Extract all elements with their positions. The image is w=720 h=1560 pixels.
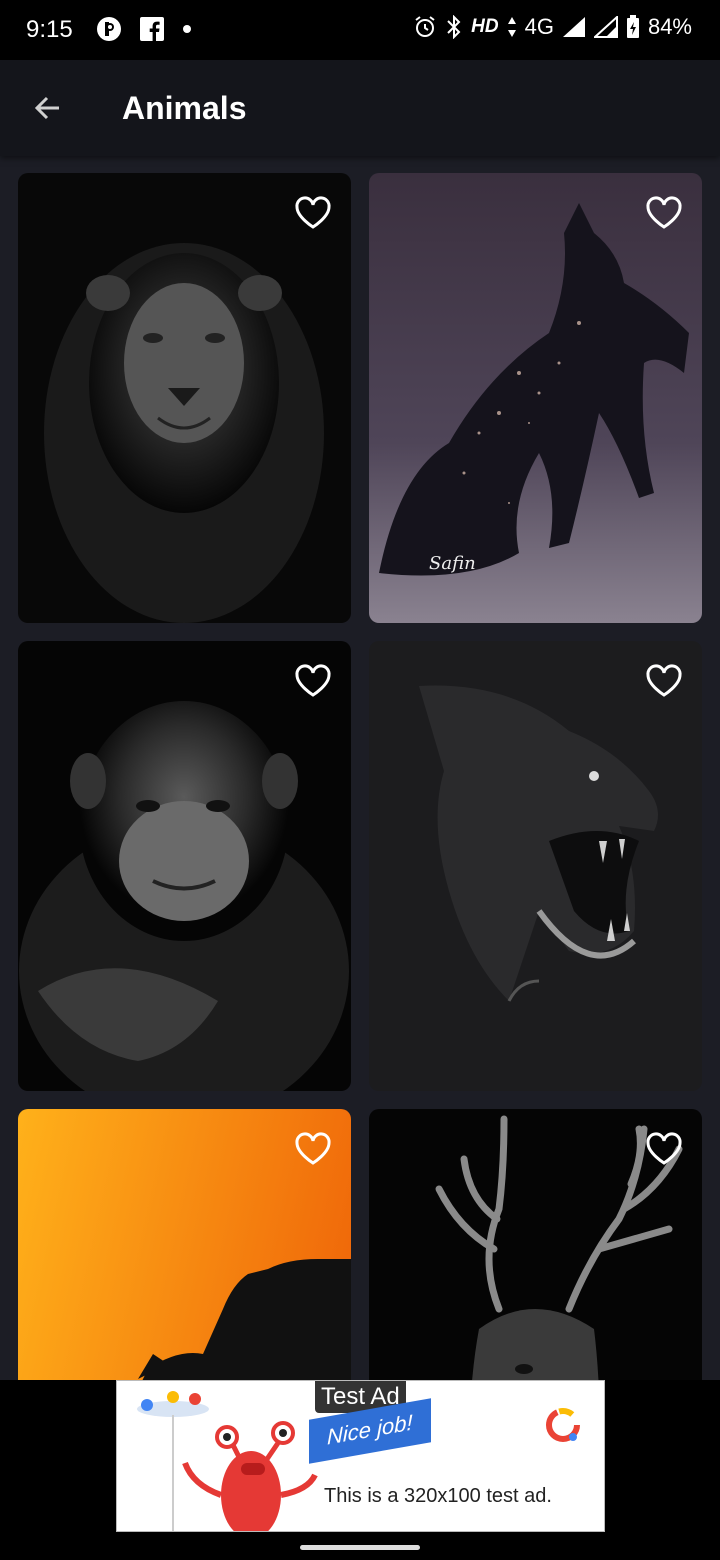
- app-notification-icon: [96, 16, 122, 42]
- cell-type-label: 4G: [524, 14, 554, 39]
- status-bar: 9:15 HD 4G 84%: [0, 0, 720, 60]
- favorite-heart-icon[interactable]: [293, 1129, 333, 1169]
- wallpaper-card-deer[interactable]: [369, 1109, 702, 1380]
- wallpaper-grid[interactable]: Safin: [0, 156, 720, 1380]
- wolf-image: Safin: [369, 173, 702, 623]
- chimpanzee-image: [18, 641, 351, 1091]
- favorite-heart-icon[interactable]: [293, 661, 333, 701]
- wallpaper-card-chimpanzee[interactable]: [18, 641, 351, 1091]
- ad-area: Test Ad Nice job! This is a 320x100 test…: [0, 1380, 720, 1560]
- back-arrow-icon: [34, 96, 59, 120]
- ad-description: This is a 320x100 test ad.: [324, 1485, 552, 1507]
- notification-dot-icon: [182, 24, 192, 34]
- battery-icon: [626, 15, 640, 39]
- wallpaper-card-lion[interactable]: [18, 173, 351, 623]
- home-indicator[interactable]: [300, 1545, 420, 1550]
- test-ad-banner[interactable]: Test Ad Nice job! This is a 320x100 test…: [116, 1380, 605, 1532]
- favorite-heart-icon[interactable]: [644, 1129, 684, 1169]
- back-button[interactable]: [24, 84, 72, 132]
- signal-2-icon: [593, 16, 618, 38]
- favorite-heart-icon[interactable]: [293, 193, 333, 233]
- status-time: 9:15: [26, 16, 73, 43]
- page-title: Animals: [122, 90, 247, 126]
- ad-logo-icon: [546, 1408, 580, 1442]
- artist-signature: Safin: [429, 553, 476, 574]
- battery-percent: 84%: [647, 14, 692, 39]
- facebook-icon: [140, 17, 164, 41]
- network-hd-label: HD: [471, 16, 499, 37]
- app-bar: Animals: [0, 60, 720, 156]
- favorite-heart-icon[interactable]: [644, 193, 684, 233]
- bluetooth-icon: [445, 15, 463, 39]
- favorite-heart-icon[interactable]: [644, 661, 684, 701]
- wallpaper-card-wolf[interactable]: Safin: [369, 173, 702, 623]
- gorilla-image: [369, 641, 702, 1091]
- wallpaper-card-gorilla[interactable]: [369, 641, 702, 1091]
- signal-icon: [562, 16, 586, 38]
- lion-image: [18, 173, 351, 623]
- data-arrows-icon: [507, 16, 517, 38]
- alarm-icon: [413, 15, 437, 39]
- wallpaper-card-rhino[interactable]: [18, 1109, 351, 1380]
- ad-monster-illustration: [137, 1391, 318, 1531]
